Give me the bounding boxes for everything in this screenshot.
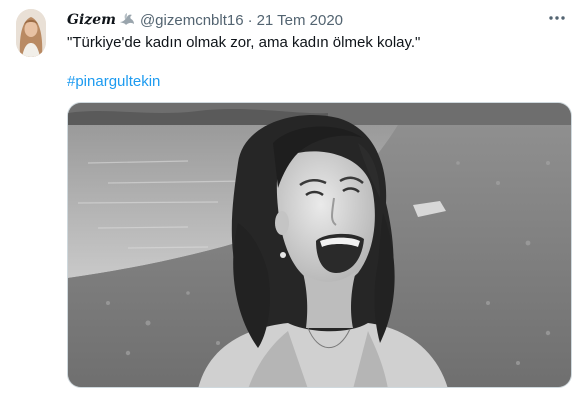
more-icon[interactable] xyxy=(547,11,567,25)
photo-image xyxy=(68,103,571,387)
tweet-card[interactable]: Gizem @gizemcnblt16 · 21 Tem 2020 "Türki… xyxy=(0,0,585,400)
separator-dot: · xyxy=(247,11,253,29)
tweet-header: Gizem @gizemcnblt16 · 21 Tem 2020 xyxy=(67,10,545,30)
tweet-text: "Türkiye'de kadın olmak zor, ama kadın ö… xyxy=(67,34,421,51)
dove-icon xyxy=(119,13,135,27)
display-name[interactable]: Gizem xyxy=(67,12,116,28)
avatar-image xyxy=(16,9,46,57)
hashtag-link[interactable]: #pinargultekin xyxy=(67,73,160,90)
user-handle[interactable]: @gizemcnblt16 xyxy=(140,12,244,29)
tweet-date[interactable]: 21 Tem 2020 xyxy=(257,12,343,29)
avatar[interactable] xyxy=(16,9,46,57)
tweet-media[interactable] xyxy=(67,102,572,388)
